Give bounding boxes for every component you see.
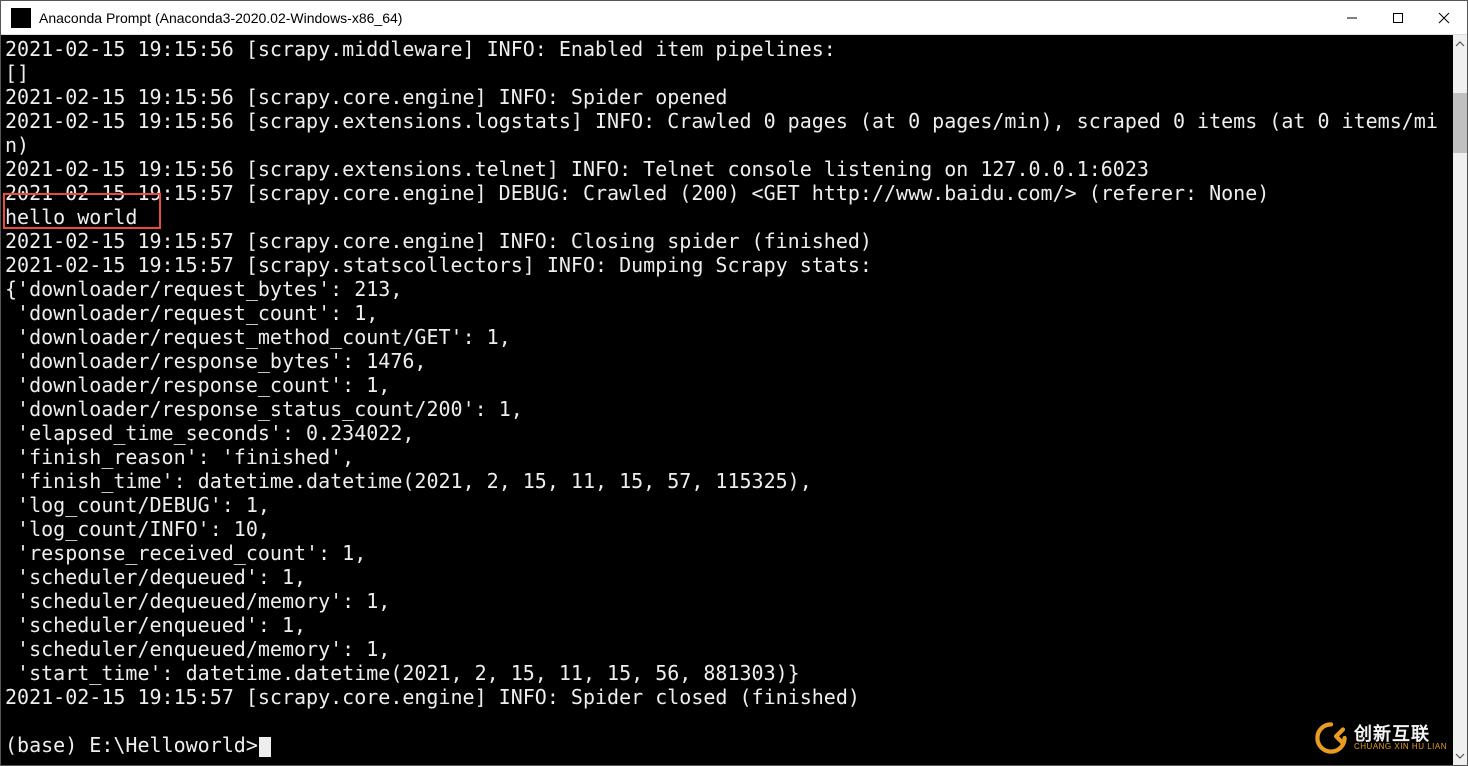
terminal-line: 'downloader/response_count': 1, — [5, 373, 1453, 397]
terminal-line — [5, 709, 1453, 733]
terminal-line: 'downloader/response_status_count/200': … — [5, 397, 1453, 421]
terminal-line: 'scheduler/enqueued': 1, — [5, 613, 1453, 637]
terminal-line: 2021-02-15 19:15:57 [scrapy.core.engine]… — [5, 181, 1453, 205]
window-title: Anaconda Prompt (Anaconda3-2020.02-Windo… — [39, 10, 402, 26]
minimize-button[interactable] — [1329, 2, 1375, 34]
chevron-up-icon — [1455, 39, 1465, 49]
terminal-line: 'response_received_count': 1, — [5, 541, 1453, 565]
terminal-line: 'finish_reason': 'finished', — [5, 445, 1453, 469]
title-bar[interactable]: Anaconda Prompt (Anaconda3-2020.02-Windo… — [1, 1, 1467, 35]
terminal-line: 2021-02-15 19:15:56 [scrapy.extensions.l… — [5, 109, 1453, 157]
terminal-line: 2021-02-15 19:15:57 [scrapy.statscollect… — [5, 253, 1453, 277]
watermark-text-sub: CHUANG XIN HU LIAN — [1354, 743, 1447, 751]
maximize-button[interactable] — [1375, 2, 1421, 34]
terminal-output[interactable]: 2021-02-15 19:15:56 [scrapy.middleware] … — [1, 35, 1453, 765]
terminal-line: 2021-02-15 19:15:57 [scrapy.core.engine]… — [5, 229, 1453, 253]
scroll-up-button[interactable] — [1453, 35, 1467, 53]
terminal-line: hello world — [5, 205, 1453, 229]
terminal-line: (base) E:\Helloworld> — [5, 733, 1453, 757]
terminal-line: 'log_count/INFO': 10, — [5, 517, 1453, 541]
terminal-line: 'log_count/DEBUG': 1, — [5, 493, 1453, 517]
terminal-line: [] — [5, 61, 1453, 85]
terminal-line: 'finish_time': datetime.datetime(2021, 2… — [5, 469, 1453, 493]
app-icon — [11, 8, 31, 28]
terminal-line: 2021-02-15 19:15:57 [scrapy.core.engine]… — [5, 685, 1453, 709]
maximize-icon — [1392, 12, 1404, 24]
terminal-line: 2021-02-15 19:15:56 [scrapy.middleware] … — [5, 37, 1453, 61]
watermark-text-main: 创新互联 — [1354, 725, 1447, 743]
terminal-line: {'downloader/request_bytes': 213, — [5, 277, 1453, 301]
vertical-scrollbar[interactable] — [1453, 35, 1467, 765]
terminal-cursor — [259, 737, 271, 757]
watermark-logo-icon — [1314, 721, 1348, 755]
scroll-down-button[interactable] — [1453, 747, 1467, 765]
terminal-line: 'scheduler/dequeued': 1, — [5, 565, 1453, 589]
terminal-line: 2021-02-15 19:15:56 [scrapy.extensions.t… — [5, 157, 1453, 181]
terminal-area: 2021-02-15 19:15:56 [scrapy.middleware] … — [1, 35, 1467, 765]
terminal-line: 'scheduler/dequeued/memory': 1, — [5, 589, 1453, 613]
close-icon — [1438, 12, 1450, 24]
terminal-line: 'start_time': datetime.datetime(2021, 2,… — [5, 661, 1453, 685]
terminal-line: 'downloader/request_count': 1, — [5, 301, 1453, 325]
minimize-icon — [1346, 12, 1358, 24]
terminal-line: 'downloader/request_method_count/GET': 1… — [5, 325, 1453, 349]
terminal-line: 'downloader/response_bytes': 1476, — [5, 349, 1453, 373]
terminal-line: 'elapsed_time_seconds': 0.234022, — [5, 421, 1453, 445]
scrollbar-track[interactable] — [1453, 53, 1467, 747]
window-frame: Anaconda Prompt (Anaconda3-2020.02-Windo… — [0, 0, 1468, 766]
scrollbar-thumb[interactable] — [1453, 93, 1467, 153]
terminal-line: 2021-02-15 19:15:56 [scrapy.core.engine]… — [5, 85, 1453, 109]
watermark: 创新互联 CHUANG XIN HU LIAN — [1314, 721, 1447, 755]
chevron-down-icon — [1455, 751, 1465, 761]
terminal-line: 'scheduler/enqueued/memory': 1, — [5, 637, 1453, 661]
close-button[interactable] — [1421, 2, 1467, 34]
